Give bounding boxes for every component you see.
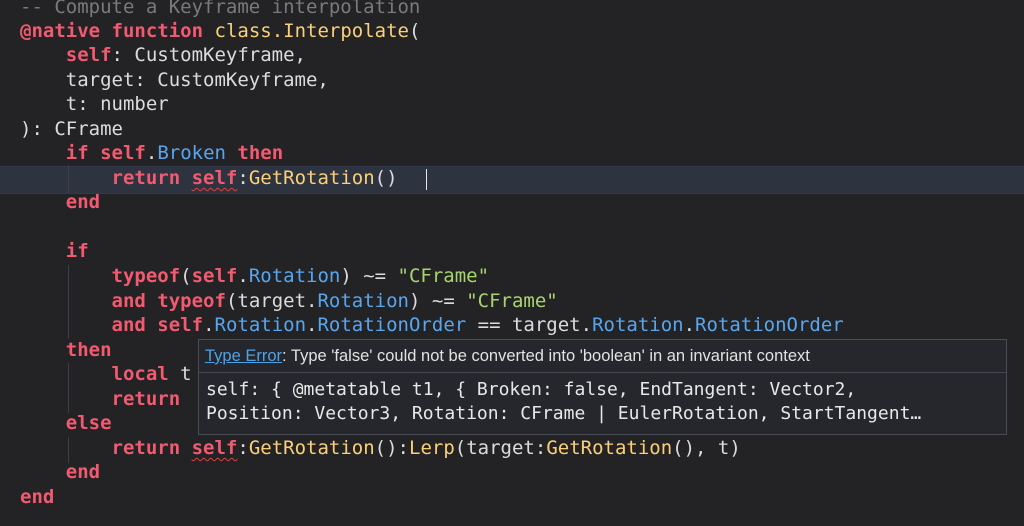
error-squiggle: self [191, 437, 238, 459]
text-caret [426, 169, 427, 190]
code-line: and self.Rotation.RotationOrder == targe… [111, 314, 844, 336]
code-line: end [65, 191, 101, 213]
code-line: return [111, 388, 181, 410]
tooltip-detail-line: Position: Vector3, Rotation: CFrame | Eu… [206, 403, 922, 424]
code-line: if [65, 240, 89, 262]
code-line: -- Compute a Keyframe interpolation [20, 0, 421, 18]
code-line-current: return self:GetRotation() [111, 167, 398, 189]
tooltip-header: Type Error: Type 'false' could not be co… [199, 340, 1006, 373]
code-editor[interactable]: -- Compute a Keyframe interpolation @nat… [0, 0, 1024, 526]
code-line: else [65, 412, 112, 434]
tooltip-message: : Type 'false' could not be converted in… [282, 347, 810, 365]
code-line: @native function class.Interpolate( [20, 20, 421, 42]
code-line: typeof(self.Rotation) ~= "CFrame" [111, 265, 490, 287]
code-line: then [65, 339, 112, 361]
tooltip-detail-line: self: { @metatable t1, { Broken: false, … [206, 379, 857, 400]
error-hover-tooltip: Type Error: Type 'false' could not be co… [198, 339, 1007, 435]
code-line: end [65, 461, 101, 483]
code-line: if self.Broken then [65, 142, 284, 164]
code-line: target: CustomKeyframe, [65, 69, 329, 91]
code-line: local t [111, 363, 192, 385]
tooltip-type-detail: self: { @metatable t1, { Broken: false, … [206, 378, 1000, 426]
code-line: and typeof(target.Rotation) ~= "CFrame" [111, 290, 558, 312]
code-line: t: number [65, 93, 169, 115]
code-line: self: CustomKeyframe, [65, 44, 306, 66]
type-error-link[interactable]: Type Error [205, 347, 282, 365]
code-line: end [20, 486, 55, 508]
code-line: ): CFrame [20, 118, 123, 140]
code-line: return self:GetRotation():Lerp(target:Ge… [111, 437, 741, 459]
error-squiggle: self [191, 167, 238, 189]
